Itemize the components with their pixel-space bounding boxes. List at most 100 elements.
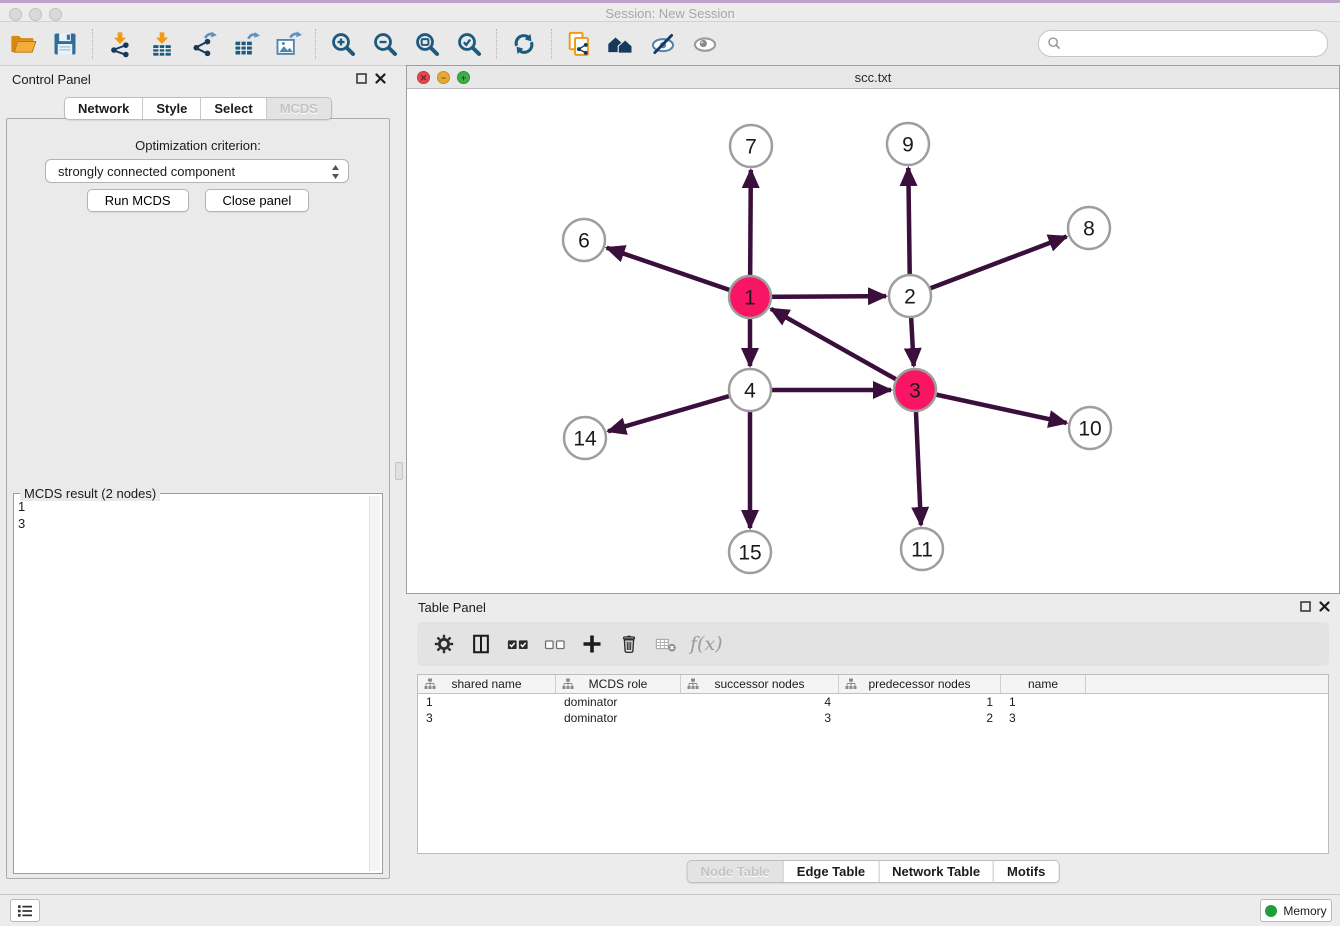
float-table-panel-icon[interactable] bbox=[1300, 601, 1311, 612]
import-table-icon[interactable] bbox=[145, 28, 179, 60]
network-title: scc.txt bbox=[407, 70, 1339, 85]
vertical-splitter-handle[interactable] bbox=[395, 462, 403, 480]
cell-successor-nodes[interactable]: 3 bbox=[681, 711, 839, 725]
control-panel-title: Control Panel bbox=[12, 72, 91, 87]
eye-icon[interactable] bbox=[688, 28, 722, 60]
hierarchy-icon bbox=[687, 678, 699, 690]
export-table-icon[interactable] bbox=[229, 28, 263, 60]
criterion-select-value: strongly connected component bbox=[58, 164, 235, 179]
graph-node-label-7: 7 bbox=[745, 136, 757, 159]
graph-node-label-1: 1 bbox=[744, 287, 756, 310]
criterion-select[interactable]: strongly connected component bbox=[45, 159, 349, 183]
hierarchy-icon bbox=[562, 678, 574, 690]
column-header-mcds-role[interactable]: MCDS role bbox=[556, 675, 681, 693]
cell-mcds-role[interactable]: dominator bbox=[556, 695, 681, 709]
zoom-out-icon[interactable] bbox=[368, 28, 402, 60]
cell-predecessor-nodes[interactable]: 2 bbox=[839, 711, 1001, 725]
status-bar: Memory bbox=[0, 894, 1340, 926]
delete-table-icon[interactable] bbox=[649, 627, 683, 661]
cell-name[interactable]: 1 bbox=[1001, 695, 1086, 709]
column-header-shared-name[interactable]: shared name bbox=[418, 675, 556, 693]
clone-network-icon[interactable] bbox=[562, 28, 596, 60]
refresh-icon[interactable] bbox=[507, 28, 541, 60]
table-row[interactable]: 1 dominator 4 1 1 bbox=[418, 694, 1328, 710]
close-panel-icon[interactable] bbox=[375, 73, 386, 84]
network-canvas[interactable]: 7968124314101511 bbox=[407, 89, 1339, 593]
run-mcds-button[interactable]: Run MCDS bbox=[87, 189, 189, 212]
cell-predecessor-nodes[interactable]: 1 bbox=[839, 695, 1001, 709]
cell-shared-name[interactable]: 3 bbox=[418, 711, 556, 725]
deselect-all-columns-icon[interactable] bbox=[538, 627, 572, 661]
save-session-icon[interactable] bbox=[48, 28, 82, 60]
control-panel-header: Control Panel bbox=[0, 66, 396, 92]
select-stepper-icon bbox=[331, 164, 340, 180]
cell-name[interactable]: 3 bbox=[1001, 711, 1086, 725]
zoom-fit-icon[interactable] bbox=[410, 28, 444, 60]
cell-shared-name[interactable]: 1 bbox=[418, 695, 556, 709]
task-history-button[interactable] bbox=[10, 899, 40, 922]
eye-slash-icon[interactable] bbox=[646, 28, 680, 60]
graph-node-label-3: 3 bbox=[909, 380, 921, 403]
graph-edge-3-10[interactable] bbox=[915, 390, 1067, 423]
window-title: Session: New Session bbox=[0, 6, 1340, 21]
table-panel-tabs: Node Table Edge Table Network Table Moti… bbox=[687, 860, 1060, 883]
close-panel-button[interactable]: Close panel bbox=[205, 189, 310, 212]
zoom-in-icon[interactable] bbox=[326, 28, 360, 60]
tab-edge-table[interactable]: Edge Table bbox=[783, 861, 878, 882]
tab-select[interactable]: Select bbox=[200, 98, 265, 119]
zoom-selected-icon[interactable] bbox=[452, 28, 486, 60]
table-panel: Table Panel f(x) bbox=[406, 594, 1340, 890]
graph-node-label-9: 9 bbox=[902, 134, 914, 157]
graph-edge-2-8[interactable] bbox=[910, 237, 1067, 296]
network-canvas-svg: 7968124314101511 bbox=[407, 89, 1339, 593]
graph-node-label-8: 8 bbox=[1083, 218, 1095, 241]
list-icon bbox=[17, 904, 33, 918]
show-columns-icon[interactable] bbox=[464, 627, 498, 661]
column-header-predecessor-nodes[interactable]: predecessor nodes bbox=[839, 675, 1001, 693]
function-builder-icon[interactable]: f(x) bbox=[690, 633, 723, 655]
tab-network[interactable]: Network bbox=[65, 98, 142, 119]
result-scrollbar[interactable] bbox=[369, 496, 380, 871]
close-table-panel-icon[interactable] bbox=[1319, 601, 1330, 612]
memory-button[interactable]: Memory bbox=[1260, 899, 1332, 922]
gear-icon[interactable] bbox=[427, 627, 461, 661]
network-titlebar: ✕ − + scc.txt bbox=[407, 66, 1339, 89]
hierarchy-icon bbox=[424, 678, 436, 690]
table-row[interactable]: 3 dominator 3 2 3 bbox=[418, 710, 1328, 726]
trash-icon[interactable] bbox=[612, 627, 646, 661]
export-image-icon[interactable] bbox=[271, 28, 305, 60]
cell-successor-nodes[interactable]: 4 bbox=[681, 695, 839, 709]
graph-node-label-2: 2 bbox=[904, 286, 916, 309]
houses-icon[interactable] bbox=[604, 28, 638, 60]
mcds-panel: Optimization criterion: strongly connect… bbox=[6, 118, 390, 879]
select-all-columns-icon[interactable] bbox=[501, 627, 535, 661]
export-network-icon[interactable] bbox=[187, 28, 221, 60]
graph-node-label-14: 14 bbox=[573, 428, 597, 451]
node-table: shared name MCDS role successor nodes pr… bbox=[417, 674, 1329, 854]
column-header-successor-nodes[interactable]: successor nodes bbox=[681, 675, 839, 693]
graph-edge-1-6[interactable] bbox=[607, 248, 750, 297]
float-panel-icon[interactable] bbox=[356, 73, 367, 84]
hierarchy-icon bbox=[845, 678, 857, 690]
import-network-icon[interactable] bbox=[103, 28, 137, 60]
main-toolbar bbox=[0, 22, 1340, 66]
window-titlebar: Session: New Session bbox=[0, 0, 1340, 22]
tab-mcds[interactable]: MCDS bbox=[266, 98, 331, 119]
control-panel: Control Panel Network Style Select MCDS … bbox=[0, 66, 396, 881]
open-session-icon[interactable] bbox=[6, 28, 40, 60]
network-view-window: ✕ − + scc.txt 7968124314101511 bbox=[406, 65, 1340, 594]
search-icon bbox=[1047, 36, 1062, 51]
graph-node-label-10: 10 bbox=[1078, 418, 1101, 441]
search-input[interactable] bbox=[1038, 30, 1328, 57]
column-header-name[interactable]: name bbox=[1001, 675, 1086, 693]
table-panel-title: Table Panel bbox=[418, 600, 486, 615]
tab-node-table[interactable]: Node Table bbox=[688, 861, 783, 882]
graph-edge-3-1[interactable] bbox=[771, 309, 915, 390]
tab-motifs[interactable]: Motifs bbox=[993, 861, 1058, 882]
add-column-icon[interactable] bbox=[575, 627, 609, 661]
tab-network-table[interactable]: Network Table bbox=[878, 861, 993, 882]
tab-style[interactable]: Style bbox=[142, 98, 200, 119]
mcds-result-text[interactable]: 1 3 bbox=[18, 498, 366, 869]
cell-mcds-role[interactable]: dominator bbox=[556, 711, 681, 725]
graph-node-label-4: 4 bbox=[744, 380, 756, 403]
